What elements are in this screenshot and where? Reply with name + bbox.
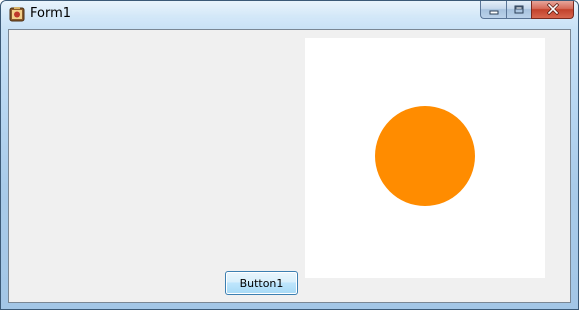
minimize-button[interactable]	[480, 1, 506, 19]
button1[interactable]: Button1	[225, 271, 298, 295]
title-bar[interactable]: Form1	[1, 1, 578, 29]
form-window: Form1 Button1	[0, 0, 579, 310]
close-button[interactable]	[531, 1, 574, 19]
orange-circle	[375, 106, 475, 206]
drawing-panel[interactable]	[305, 38, 545, 278]
maximize-icon	[513, 1, 525, 19]
close-icon	[546, 1, 560, 19]
app-icon[interactable]	[9, 6, 25, 22]
maximize-button[interactable]	[506, 1, 531, 19]
window-title: Form1	[30, 6, 72, 21]
caption-buttons	[480, 1, 574, 20]
form-client-area: Button1	[8, 29, 571, 303]
minimize-icon	[488, 1, 500, 19]
